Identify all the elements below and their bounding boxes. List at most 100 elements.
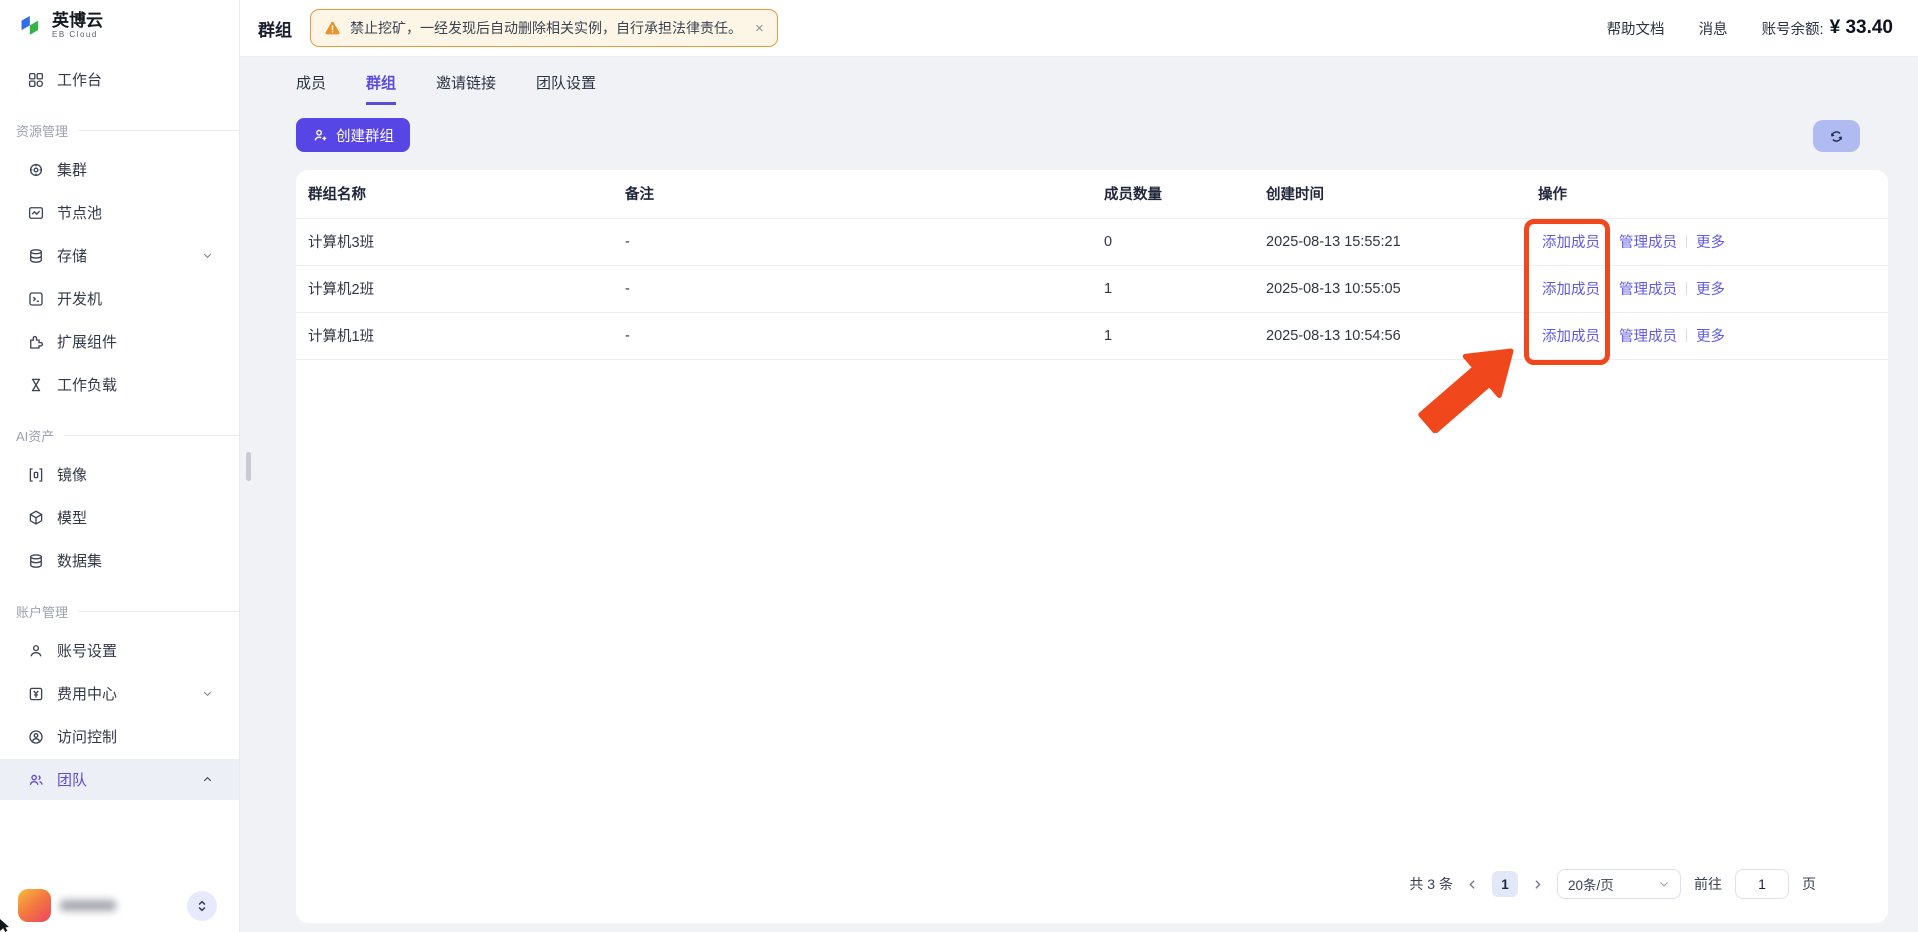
sidebar-item-workbench[interactable]: 工作台 (0, 59, 239, 100)
chevron-down-icon (1658, 878, 1670, 890)
access-control-icon (27, 728, 45, 746)
prev-page-button[interactable] (1466, 878, 1479, 891)
sidebar-nav: 工作台 资源管理 集群 节点池 (0, 39, 239, 800)
swap-vertical-icon (195, 899, 209, 913)
avatar (18, 889, 51, 922)
tab-members[interactable]: 成员 (296, 72, 326, 105)
storage-icon (27, 247, 45, 265)
sidebar-item-account-settings[interactable]: 账号设置 (0, 630, 239, 671)
groups-table-card: 群组名称 备注 成员数量 创建时间 操作 计算机3班 - 0 2025-08-1… (296, 170, 1888, 923)
sidebar-item-workload[interactable]: 工作负载 (0, 364, 239, 405)
sidebar-item-models[interactable]: 模型 (0, 497, 239, 538)
refresh-icon (1828, 128, 1845, 145)
billing-icon (27, 685, 45, 703)
col-actions: 操作 (1538, 170, 1888, 218)
extension-icon (27, 333, 45, 351)
add-member-link[interactable]: 添加成员 (1542, 278, 1600, 299)
warning-banner: 禁止挖矿，一经发现后自动删除相关实例，自行承担法律责任。 × (310, 9, 778, 47)
group-member-count: 0 (1104, 218, 1266, 265)
sidebar-item-access-control[interactable]: 访问控制 (0, 716, 239, 757)
toolbar: 创建群组 (296, 105, 1888, 152)
table-row: 计算机3班 - 0 2025-08-13 15:55:21 添加成员 管理成员 … (296, 218, 1888, 265)
chevron-down-icon (202, 250, 213, 261)
next-page-button[interactable] (1531, 878, 1544, 891)
sidebar-item-node-pool[interactable]: 节点池 (0, 192, 239, 233)
chevron-left-icon (1466, 878, 1479, 891)
group-member-count: 1 (1104, 265, 1266, 312)
page-title: 群组 (258, 16, 292, 41)
switch-account-button[interactable] (187, 891, 217, 921)
section-ai-assets: AI资产 (0, 426, 239, 445)
group-name: 计算机3班 (296, 218, 625, 265)
grid-icon (27, 71, 45, 89)
sidebar-item-storage[interactable]: 存储 (0, 235, 239, 276)
group-remark: - (625, 218, 1104, 265)
sidebar-item-extensions[interactable]: 扩展组件 (0, 321, 239, 362)
section-account-management: 账户管理 (0, 602, 239, 621)
sidebar-item-datasets[interactable]: 数据集 (0, 540, 239, 581)
workload-icon (27, 376, 45, 394)
top-navbar: 群组 禁止挖矿，一经发现后自动删除相关实例，自行承担法律责任。 × 帮助文档 消… (240, 0, 1918, 57)
group-created-time: 2025-08-13 15:55:21 (1266, 218, 1538, 265)
tab-groups[interactable]: 群组 (366, 72, 396, 105)
add-member-link[interactable]: 添加成员 (1542, 231, 1600, 252)
cluster-icon (27, 161, 45, 179)
team-icon (27, 771, 45, 789)
devbox-icon (27, 290, 45, 308)
user-account-row[interactable] (0, 889, 239, 922)
group-name: 计算机1班 (296, 312, 625, 359)
sidebar-item-images[interactable]: 镜像 (0, 454, 239, 495)
col-group-name: 群组名称 (296, 170, 625, 218)
refresh-button[interactable] (1813, 120, 1860, 152)
manage-members-link[interactable]: 管理成员 (1619, 325, 1677, 346)
manage-members-link[interactable]: 管理成员 (1619, 231, 1677, 252)
group-name: 计算机2班 (296, 265, 625, 312)
brand-subtitle: EB Cloud (52, 30, 103, 39)
warning-triangle-icon (324, 21, 341, 36)
page-size-select[interactable]: 20条/页 (1557, 869, 1681, 899)
brand-name: 英博云 (52, 12, 103, 30)
table-row: 计算机2班 - 1 2025-08-13 10:55:05 添加成员 管理成员 … (296, 265, 1888, 312)
col-remark: 备注 (625, 170, 1104, 218)
close-icon[interactable]: × (755, 21, 764, 36)
messages-link[interactable]: 消息 (1699, 18, 1728, 39)
manage-members-link[interactable]: 管理成员 (1619, 278, 1677, 299)
team-tabs: 成员 群组 邀请链接 团队设置 (296, 57, 1888, 105)
more-link[interactable]: 更多 (1696, 278, 1725, 299)
sidebar-item-team[interactable]: 团队 (0, 759, 239, 800)
user-icon (27, 642, 45, 660)
sidebar-item-devbox[interactable]: 开发机 (0, 278, 239, 319)
main-content: 成员 群组 邀请链接 团队设置 创建群组 群组名称 备注 成员数量 (240, 57, 1918, 932)
sidebar-item-cluster[interactable]: 集群 (0, 149, 239, 190)
dataset-icon (27, 552, 45, 570)
account-balance: 账号余额: ¥ 33.40 (1762, 17, 1893, 39)
group-created-time: 2025-08-13 10:55:05 (1266, 265, 1538, 312)
col-created-time: 创建时间 (1266, 170, 1538, 218)
group-created-time: 2025-08-13 10:54:56 (1266, 312, 1538, 359)
table-header-row: 群组名称 备注 成员数量 创建时间 操作 (296, 170, 1888, 218)
pagination: 共 3 条 1 20条/页 前往 页 (296, 869, 1888, 899)
add-user-icon (312, 127, 329, 144)
chevron-up-icon (202, 774, 213, 785)
goto-page-input[interactable] (1735, 869, 1789, 899)
goto-label: 前往 (1694, 874, 1722, 894)
sidebar-item-billing-center[interactable]: 费用中心 (0, 673, 239, 714)
tab-team-settings[interactable]: 团队设置 (536, 72, 596, 105)
create-group-button[interactable]: 创建群组 (296, 118, 410, 152)
section-resource-management: 资源管理 (0, 121, 239, 140)
user-name-redacted (60, 900, 116, 911)
table-row: 计算机1班 - 1 2025-08-13 10:54:56 添加成员 管理成员 … (296, 312, 1888, 359)
image-icon (27, 466, 45, 484)
pagination-total: 共 3 条 (1409, 874, 1453, 894)
more-link[interactable]: 更多 (1696, 325, 1725, 346)
node-pool-icon (27, 204, 45, 222)
more-link[interactable]: 更多 (1696, 231, 1725, 252)
group-member-count: 1 (1104, 312, 1266, 359)
help-docs-link[interactable]: 帮助文档 (1607, 18, 1665, 39)
tab-invite-links[interactable]: 邀请链接 (436, 72, 496, 105)
scrollbar-thumb[interactable] (246, 452, 251, 481)
brand-logo: 英博云 EB Cloud (0, 0, 239, 39)
sidebar-item-label: 工作台 (57, 69, 102, 90)
add-member-link[interactable]: 添加成员 (1542, 325, 1600, 346)
page-number-1[interactable]: 1 (1492, 871, 1518, 897)
